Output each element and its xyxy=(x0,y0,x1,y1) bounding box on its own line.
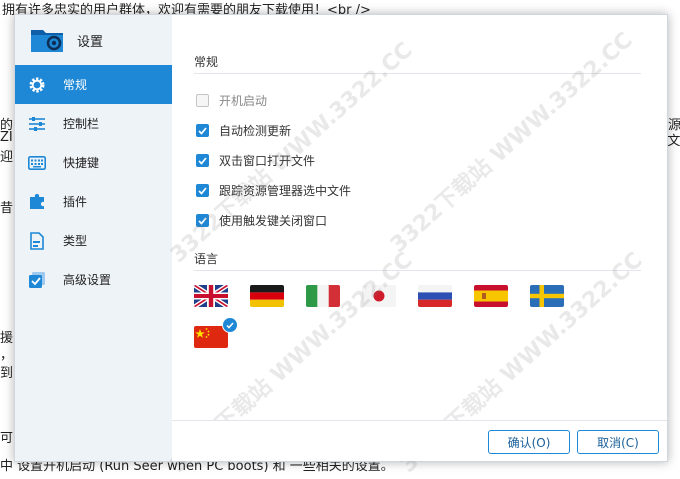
option-track-explorer-selection[interactable]: 跟踪资源管理器选中文件 xyxy=(196,182,351,199)
option-auto-update[interactable]: 自动检测更新 xyxy=(196,122,291,139)
sliders-icon xyxy=(27,114,47,134)
general-section-title: 常规 xyxy=(194,55,219,69)
option-double-click-open[interactable]: 双击窗口打开文件 xyxy=(196,152,315,169)
file-type-icon xyxy=(27,231,47,251)
settings-nav: 常规 控制栏 快捷键 插件 类型 高级设置 xyxy=(15,65,172,299)
selected-check-icon xyxy=(222,317,238,333)
checkbox-checked[interactable] xyxy=(196,124,209,137)
nav-item-label: 高级设置 xyxy=(63,273,112,287)
nav-item-label: 常规 xyxy=(63,78,88,92)
keyboard-icon xyxy=(27,153,47,173)
option-trigger-key-close[interactable]: 使用触发键关闭窗口 xyxy=(196,212,327,229)
background-fragment: 迎 xyxy=(0,150,14,165)
gear-icon xyxy=(27,75,47,95)
nav-item-types[interactable]: 类型 xyxy=(15,221,172,260)
option-label: 自动检测更新 xyxy=(219,124,292,138)
settings-content: 常规 开机启动 自动检测更新 双击窗口打开文件 跟踪资源管理器选中文件 使用触发… xyxy=(166,15,667,478)
uk-flag-icon[interactable] xyxy=(194,285,228,307)
checkbox-checked[interactable] xyxy=(196,154,209,167)
background-fragment: ZI xyxy=(0,130,13,145)
advanced-icon xyxy=(27,270,47,290)
option-label: 双击窗口打开文件 xyxy=(219,154,316,168)
sidebar-header: 设置 xyxy=(15,15,172,65)
nav-item-label: 类型 xyxy=(63,234,88,248)
checkmark-icon xyxy=(198,126,207,135)
nav-item-label: 控制栏 xyxy=(63,117,100,131)
option-label: 开机启动 xyxy=(219,94,268,108)
checkbox-checked[interactable] xyxy=(196,214,209,227)
app-logo-icon xyxy=(29,24,65,57)
background-fragment: 到 xyxy=(0,366,14,381)
option-label: 跟踪资源管理器选中文件 xyxy=(219,184,352,198)
settings-dialog: 设置 常规 控制栏 快捷键 插件 类型 高级设置 常规 开机启动 自动检测更新 … xyxy=(14,14,668,478)
checkmark-icon xyxy=(198,156,207,165)
checkmark-icon xyxy=(198,186,207,195)
language-section-title: 语言 xyxy=(194,252,219,266)
nav-item-label: 快捷键 xyxy=(63,156,100,170)
italy-flag-icon[interactable] xyxy=(306,285,340,307)
settings-title: 设置 xyxy=(77,34,104,50)
cancel-button[interactable]: 取消(C) xyxy=(577,430,659,454)
russia-flag-icon[interactable] xyxy=(418,285,452,307)
option-launch-on-startup[interactable]: 开机启动 xyxy=(196,92,267,109)
checkbox-checked[interactable] xyxy=(196,184,209,197)
option-label: 使用触发键关闭窗口 xyxy=(219,214,328,228)
nav-item-control-bar[interactable]: 控制栏 xyxy=(15,104,172,143)
checkmark-icon xyxy=(198,216,207,225)
nav-item-general[interactable]: 常规 xyxy=(15,65,172,104)
nav-item-shortcuts[interactable]: 快捷键 xyxy=(15,143,172,182)
ok-button[interactable]: 确认(O) xyxy=(488,430,570,454)
puzzle-icon xyxy=(27,192,47,212)
watermark: 3322下载站 WWW.3322.CC xyxy=(385,27,638,258)
nav-item-plugins[interactable]: 插件 xyxy=(15,182,172,221)
nav-item-label: 插件 xyxy=(63,195,88,209)
germany-flag-icon[interactable] xyxy=(250,285,284,307)
section-divider xyxy=(194,270,641,271)
settings-sidebar: 设置 常规 控制栏 快捷键 插件 类型 高级设置 xyxy=(15,15,172,461)
sweden-flag-icon[interactable] xyxy=(530,285,564,307)
dialog-footer: 确认(O) 取消(C) xyxy=(172,420,667,461)
nav-item-advanced[interactable]: 高级设置 xyxy=(15,260,172,299)
japan-flag-icon[interactable] xyxy=(362,285,396,307)
spain-flag-icon[interactable] xyxy=(474,285,508,307)
background-fragment: 可 xyxy=(0,431,14,446)
section-divider xyxy=(194,73,641,74)
checkbox-unchecked[interactable] xyxy=(196,94,209,107)
background-fragment: 昔 xyxy=(0,201,14,216)
background-fragment: ， xyxy=(0,348,14,363)
